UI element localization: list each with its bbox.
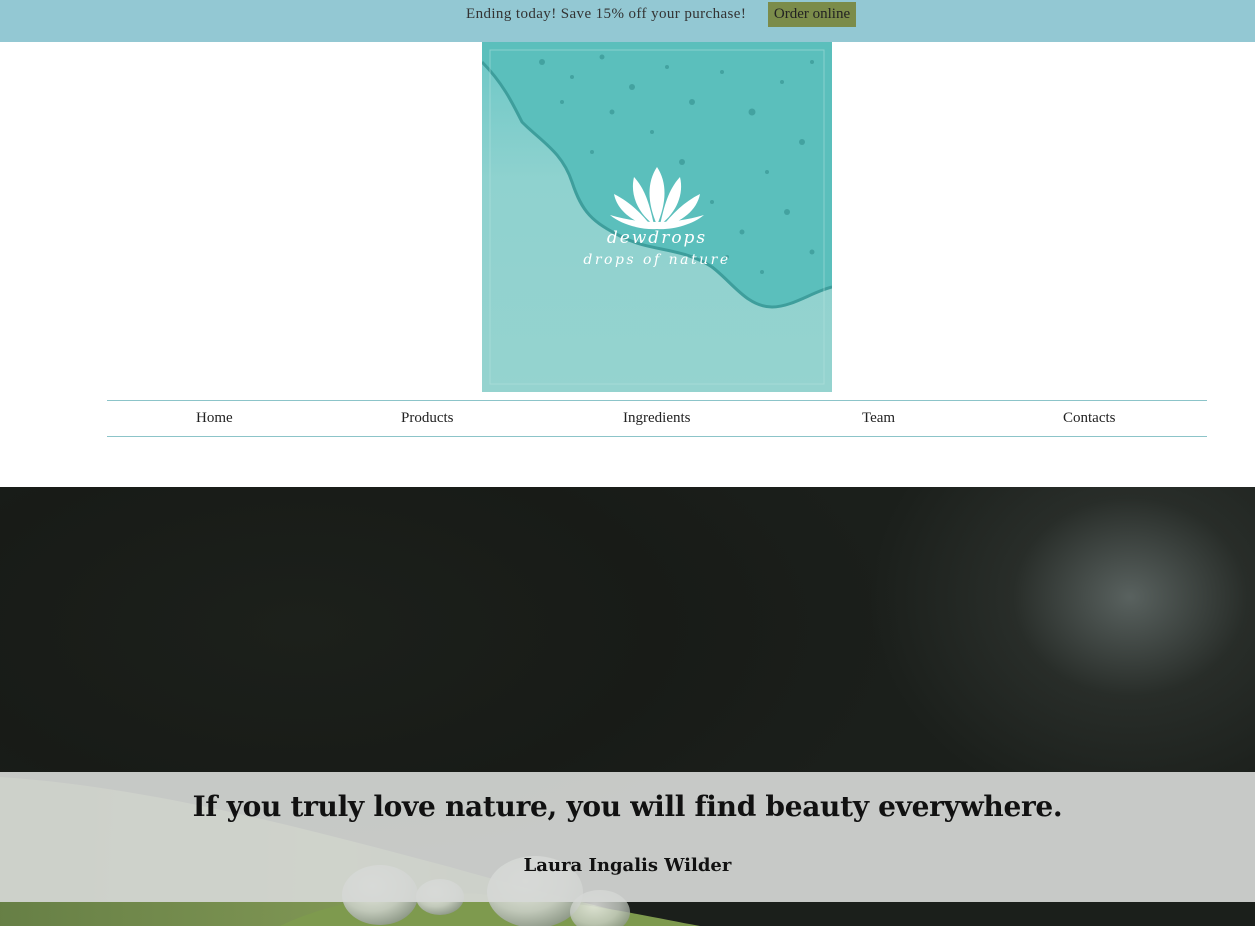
gel-texture-graphic	[482, 42, 832, 385]
nav-item-team[interactable]: Team	[862, 410, 895, 427]
logo[interactable]: dewdrops drops of nature	[482, 42, 832, 392]
logo-tagline: drops of nature	[583, 252, 731, 268]
hero-quote: If you truly love nature, you will find …	[192, 790, 1063, 823]
nav-item-contacts[interactable]: Contacts	[1063, 410, 1116, 427]
hero-quote-author: Laura Ingalis Wilder	[523, 855, 732, 876]
promo-text: Ending today! Save 15% off your purchase…	[466, 6, 747, 22]
main-nav: Home Products Ingredients Team Contacts	[107, 400, 1207, 437]
nav-item-ingredients[interactable]: Ingredients	[623, 410, 690, 427]
nav-item-home[interactable]: Home	[196, 410, 233, 427]
promo-banner: Ending today! Save 15% off your purchase…	[0, 0, 1255, 42]
order-online-button[interactable]: Order online	[768, 2, 856, 27]
nav-item-products[interactable]: Products	[401, 410, 454, 427]
logo-brand: dewdrops	[606, 228, 708, 248]
